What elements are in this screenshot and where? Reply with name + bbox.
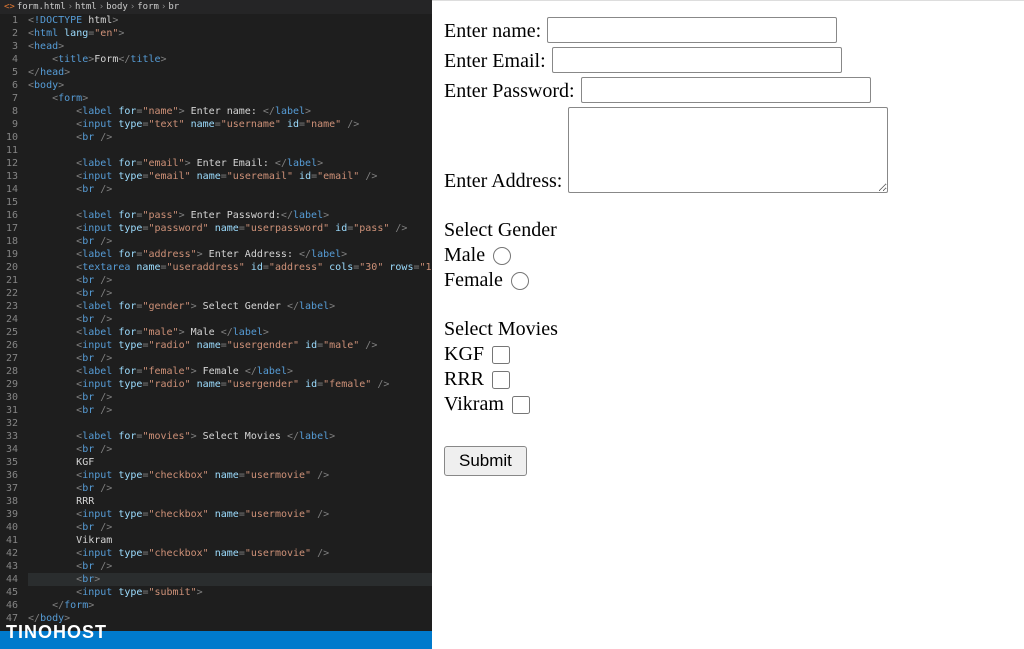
gender-label: Select Gender [444, 219, 1012, 242]
password-input[interactable] [581, 77, 871, 103]
movie2-label: RRR [444, 368, 484, 391]
breadcrumb-separator: › [130, 2, 135, 12]
female-radio[interactable] [511, 272, 529, 290]
breadcrumb-bar: <> form.html › html › body › form › br [0, 0, 432, 14]
code-editor-panel: <> form.html › html › body › form › br 1… [0, 0, 432, 649]
email-label: Enter Email: [444, 50, 546, 73]
breadcrumb-file-name: form.html [17, 2, 66, 12]
male-radio[interactable] [493, 247, 511, 265]
movies-label: Select Movies [444, 318, 1012, 341]
code-area[interactable]: 1234567891011121314151617181920212223242… [0, 14, 432, 631]
movie3-label: Vikram [444, 393, 504, 416]
breadcrumb-part[interactable]: form [137, 2, 159, 12]
address-textarea[interactable] [568, 107, 888, 193]
html-file-icon: <> [4, 2, 15, 12]
male-label: Male [444, 244, 485, 267]
breadcrumb-part[interactable]: body [106, 2, 128, 12]
line-number-gutter: 1234567891011121314151617181920212223242… [0, 14, 28, 631]
movie1-checkbox[interactable] [492, 346, 510, 364]
email-input[interactable] [552, 47, 842, 73]
name-label: Enter name: [444, 20, 541, 43]
html-form: Enter name: Enter Email: Enter Password:… [444, 17, 1012, 476]
movie2-checkbox[interactable] [492, 371, 510, 389]
code-content[interactable]: <!DOCTYPE html><html lang="en"><head> <t… [28, 14, 432, 631]
female-label: Female [444, 269, 503, 292]
breadcrumb-separator: › [68, 2, 73, 12]
address-label: Enter Address: [444, 170, 562, 193]
rendered-form-panel: Enter name: Enter Email: Enter Password:… [432, 0, 1024, 649]
breadcrumb-separator: › [161, 2, 166, 12]
watermark-logo: TINOHOST [6, 622, 107, 643]
name-input[interactable] [547, 17, 837, 43]
breadcrumb-part[interactable]: br [168, 2, 179, 12]
movie1-label: KGF [444, 343, 484, 366]
breadcrumb-separator: › [99, 2, 104, 12]
movie3-checkbox[interactable] [512, 396, 530, 414]
password-label: Enter Password: [444, 80, 575, 103]
submit-button[interactable] [444, 446, 527, 476]
breadcrumb-part[interactable]: html [75, 2, 97, 12]
breadcrumb-file[interactable]: <> form.html [4, 2, 66, 12]
